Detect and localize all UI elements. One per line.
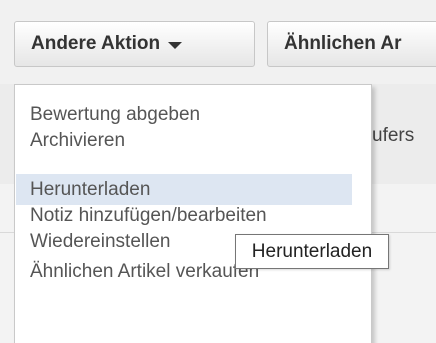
menu-item-archive[interactable]: Archivieren [16,125,352,156]
similar-item-button[interactable]: Ähnlichen Ar [267,21,436,67]
other-action-button[interactable]: Andere Aktion [14,21,255,67]
column-header-text: ufers [372,125,415,146]
menu-item-label: Archivieren [30,129,126,151]
page: ufers Andere Aktion Ähnlichen Ar Bewertu… [0,0,436,343]
menu-item-label: Notiz hinzufügen/bearbeiten [30,204,267,226]
other-action-label: Andere Aktion [31,33,161,54]
chevron-down-icon [168,42,183,49]
tooltip-text: Herunterladen [251,240,373,262]
menu-item-label: Wiedereinstellen [30,230,171,252]
similar-item-label: Ähnlichen Ar [284,33,402,54]
download-tooltip: Herunterladen [235,234,389,269]
other-action-dropdown-menu: Bewertung abgeben Archivieren Herunterla… [14,84,372,343]
menu-item-label: Bewertung abgeben [30,103,201,125]
menu-item-label: Herunterladen [30,178,151,200]
menu-item-label: Ähnlichen Artikel verkaufen [30,260,260,282]
